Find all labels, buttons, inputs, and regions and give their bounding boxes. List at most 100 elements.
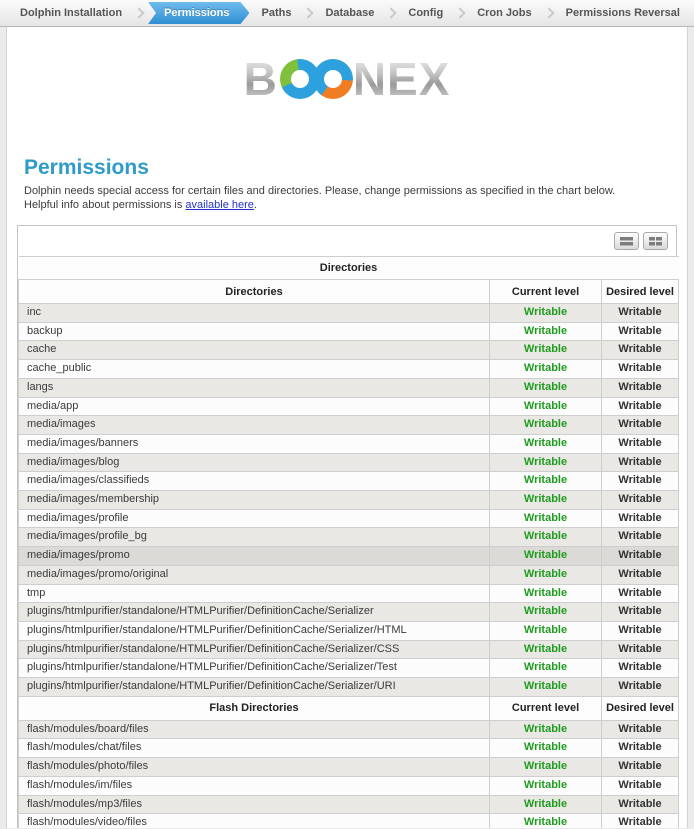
intro-text: Dolphin needs special access for certain…	[24, 184, 670, 212]
directory-row: inc Writable Writable	[19, 304, 679, 323]
chevron-right-icon	[455, 7, 466, 18]
directory-row: cache Writable Writable	[19, 341, 679, 360]
nav-tab-paths[interactable]: Paths	[251, 2, 301, 24]
current-level-value: Writable	[490, 434, 602, 453]
logo-letters-nex: NEX	[353, 52, 451, 106]
current-level-value: Writable	[490, 378, 602, 397]
current-level-value: Writable	[490, 739, 602, 758]
directory-path: plugins/htmlpurifier/standalone/HTMLPuri…	[19, 621, 490, 640]
intro-line1: Dolphin needs special access for certain…	[24, 185, 615, 197]
current-level-value: Writable	[490, 795, 602, 814]
grid-view-button[interactable]	[643, 232, 668, 250]
page-title: Permissions	[24, 156, 687, 180]
nav-tab-permissions-reversal[interactable]: Permissions Reversal	[556, 2, 690, 24]
list-view-icon	[620, 237, 633, 246]
nav-tab-label: Config	[408, 7, 443, 19]
table-caption-row: Directories	[19, 257, 679, 280]
desired-level-value: Writable	[602, 397, 679, 416]
current-level-value: Writable	[490, 304, 602, 323]
section-header-row: Flash Directories Current level Desired …	[19, 696, 679, 720]
logo-letter-b: B	[244, 52, 278, 106]
directory-path: flash/modules/chat/files	[19, 739, 490, 758]
directory-row: flash/modules/board/files Writable Writa…	[19, 720, 679, 739]
directory-path: media/images/blog	[19, 453, 490, 472]
directory-path: media/images/banners	[19, 434, 490, 453]
desired-level-value: Writable	[602, 776, 679, 795]
directory-path: media/images/profile_bg	[19, 528, 490, 547]
directory-path: plugins/htmlpurifier/standalone/HTMLPuri…	[19, 603, 490, 622]
current-level-value: Writable	[490, 758, 602, 777]
current-level-value: Writable	[490, 720, 602, 739]
directory-path: plugins/htmlpurifier/standalone/HTMLPuri…	[19, 659, 490, 678]
content-area: B NEX Permissions Dolphin needs special …	[6, 27, 688, 828]
current-level-value: Writable	[490, 397, 602, 416]
section-header-row: Directories Current level Desired level	[19, 280, 679, 304]
directory-path: media/images/membership	[19, 491, 490, 510]
directory-path: media/app	[19, 397, 490, 416]
current-level-value: Writable	[490, 584, 602, 603]
current-level-value: Writable	[490, 547, 602, 566]
current-level-value: Writable	[490, 678, 602, 697]
desired-level-value: Writable	[602, 814, 679, 828]
nav-tab-database[interactable]: Database	[315, 2, 384, 24]
directory-row: flash/modules/photo/files Writable Writa…	[19, 758, 679, 777]
current-level-value: Writable	[490, 603, 602, 622]
column-header-desired-level: Desired level	[602, 696, 679, 720]
desired-level-value: Writable	[602, 434, 679, 453]
directory-path: flash/modules/im/files	[19, 776, 490, 795]
directory-row: plugins/htmlpurifier/standalone/HTMLPuri…	[19, 678, 679, 697]
chevron-right-icon	[303, 7, 314, 18]
directory-path: media/images/promo	[19, 547, 490, 566]
directory-row: media/images Writable Writable	[19, 416, 679, 435]
current-level-value: Writable	[490, 659, 602, 678]
desired-level-value: Writable	[602, 640, 679, 659]
directory-row: plugins/htmlpurifier/standalone/HTMLPuri…	[19, 621, 679, 640]
desired-level-value: Writable	[602, 322, 679, 341]
current-level-value: Writable	[490, 640, 602, 659]
desired-level-value: Writable	[602, 547, 679, 566]
section-header-title: Flash Directories	[19, 696, 490, 720]
current-level-value: Writable	[490, 565, 602, 584]
directory-path: backup	[19, 322, 490, 341]
directory-path: media/images/classifieds	[19, 472, 490, 491]
grid-view-icon	[649, 237, 662, 246]
nav-tab-dolphin-installation[interactable]: Dolphin Installation	[10, 2, 132, 24]
directory-row: cache_public Writable Writable	[19, 360, 679, 379]
current-level-value: Writable	[490, 776, 602, 795]
desired-level-value: Writable	[602, 509, 679, 528]
directory-row: media/app Writable Writable	[19, 397, 679, 416]
desired-level-value: Writable	[602, 659, 679, 678]
directory-row: plugins/htmlpurifier/standalone/HTMLPuri…	[19, 640, 679, 659]
nav-tab-label: Cron Jobs	[477, 7, 531, 19]
directory-row: media/images/promo Writable Writable	[19, 547, 679, 566]
nav-tab-permissions[interactable]: Permissions	[148, 2, 249, 24]
directory-path: media/images	[19, 416, 490, 435]
directory-row: plugins/htmlpurifier/standalone/HTMLPuri…	[19, 603, 679, 622]
directory-path: langs	[19, 378, 490, 397]
current-level-value: Writable	[490, 360, 602, 379]
desired-level-value: Writable	[602, 528, 679, 547]
desired-level-value: Writable	[602, 565, 679, 584]
directory-row: langs Writable Writable	[19, 378, 679, 397]
directory-row: plugins/htmlpurifier/standalone/HTMLPuri…	[19, 659, 679, 678]
table-caption: Directories	[19, 257, 679, 280]
directory-path: cache	[19, 341, 490, 360]
boonex-logo: B NEX	[232, 54, 462, 104]
section-header-title: Directories	[19, 280, 490, 304]
nav-tab-config[interactable]: Config	[398, 2, 453, 24]
nav-tab-label: Permissions Reversal	[566, 7, 680, 19]
directory-row: media/images/classifieds Writable Writab…	[19, 472, 679, 491]
desired-level-value: Writable	[602, 416, 679, 435]
view-toolbar	[18, 226, 676, 256]
desired-level-value: Writable	[602, 584, 679, 603]
list-view-button[interactable]	[614, 232, 639, 250]
desired-level-value: Writable	[602, 720, 679, 739]
directory-row: flash/modules/video/files Writable Writa…	[19, 814, 679, 828]
nav-tab-label: Paths	[261, 7, 291, 19]
column-header-current-level: Current level	[490, 280, 602, 304]
current-level-value: Writable	[490, 472, 602, 491]
nav-tab-cron-jobs[interactable]: Cron Jobs	[467, 2, 541, 24]
directory-path: flash/modules/video/files	[19, 814, 490, 828]
available-here-link[interactable]: available here	[185, 199, 254, 211]
directory-row: flash/modules/mp3/files Writable Writabl…	[19, 795, 679, 814]
